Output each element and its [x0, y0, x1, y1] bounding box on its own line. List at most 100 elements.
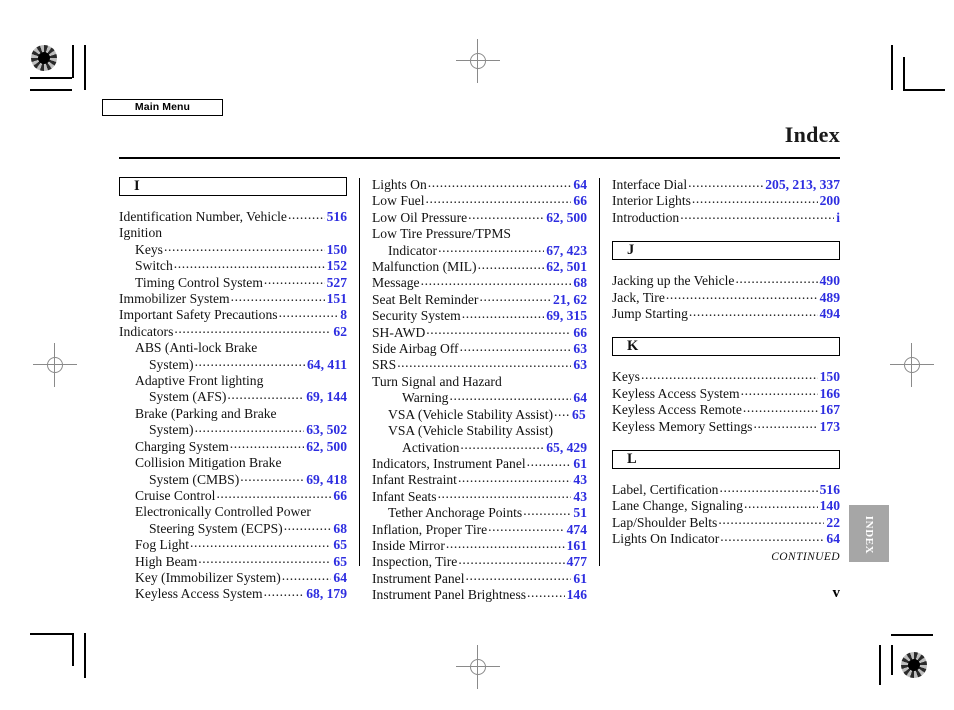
index-entry[interactable]: VSA (Vehicle Stability Assist) 65: [372, 407, 587, 423]
index-entry[interactable]: Instrument Panel Brightness 146: [372, 587, 587, 603]
index-entry-page[interactable]: 64: [825, 531, 840, 547]
index-entry-page[interactable]: 69, 418: [305, 472, 347, 488]
index-entry[interactable]: Interface Dial 205, 213, 337: [612, 177, 840, 193]
index-entry[interactable]: Instrument Panel 61: [372, 571, 587, 587]
index-entry[interactable]: Low Fuel 66: [372, 193, 587, 209]
index-entry[interactable]: Message 68: [372, 275, 587, 291]
index-entry[interactable]: Jack, Tire 489: [612, 290, 840, 306]
index-entry-page[interactable]: 65: [571, 407, 586, 423]
index-entry-page[interactable]: 61: [572, 456, 587, 472]
index-entry-page[interactable]: 489: [819, 290, 840, 306]
index-entry-page[interactable]: 68, 179: [305, 586, 347, 602]
index-entry-page[interactable]: 43: [572, 472, 587, 488]
index-entry[interactable]: SRS 63: [372, 357, 587, 373]
index-entry[interactable]: SH-AWD 66: [372, 325, 587, 341]
index-entry[interactable]: Activation 65, 429: [372, 440, 587, 456]
index-entry[interactable]: Timing Control System 527: [119, 275, 347, 291]
index-entry[interactable]: Lights On 64: [372, 177, 587, 193]
index-entry-page[interactable]: 68: [332, 521, 347, 537]
index-entry[interactable]: Immobilizer System 151: [119, 291, 347, 307]
index-entry[interactable]: Steering System (ECPS) 68: [119, 521, 347, 537]
index-entry[interactable]: Inspection, Tire 477: [372, 554, 587, 570]
index-entry[interactable]: Lane Change, Signaling 140: [612, 498, 840, 514]
index-entry-page[interactable]: 150: [819, 369, 840, 385]
index-entry[interactable]: System (CMBS) 69, 418: [119, 472, 347, 488]
index-entry[interactable]: Cruise Control 66: [119, 488, 347, 504]
index-entry-page[interactable]: 494: [819, 306, 840, 322]
index-entry-page[interactable]: 69, 144: [305, 389, 347, 405]
index-entry-page[interactable]: 152: [326, 258, 347, 274]
index-entry[interactable]: Seat Belt Reminder 21, 62: [372, 292, 587, 308]
index-entry-page[interactable]: 62, 500: [545, 210, 587, 226]
index-entry-page[interactable]: 477: [566, 554, 587, 570]
index-entry-page[interactable]: 516: [819, 482, 840, 498]
index-entry[interactable]: Keyless Access System 166: [612, 386, 840, 402]
index-entry[interactable]: Keyless Access Remote 167: [612, 402, 840, 418]
index-entry-page[interactable]: 161: [566, 538, 587, 554]
index-entry[interactable]: System) 63, 502: [119, 422, 347, 438]
index-entry-page[interactable]: 68: [572, 275, 587, 291]
index-entry[interactable]: Security System 69, 315: [372, 308, 587, 324]
index-entry[interactable]: Identification Number, Vehicle 516: [119, 209, 347, 225]
index-entry-page[interactable]: 69, 315: [545, 308, 587, 324]
index-entry-page[interactable]: i: [835, 210, 840, 226]
index-thumb-tab[interactable]: INDEX: [849, 505, 889, 562]
index-entry[interactable]: Switch 152: [119, 258, 347, 274]
index-entry-page[interactable]: 51: [572, 505, 587, 521]
index-entry[interactable]: Inflation, Proper Tire 474: [372, 522, 587, 538]
index-entry-page[interactable]: 62, 501: [545, 259, 587, 275]
index-entry-page[interactable]: 62: [332, 324, 347, 340]
index-entry[interactable]: Key (Immobilizer System) 64: [119, 570, 347, 586]
index-entry[interactable]: Infant Seats 43: [372, 489, 587, 505]
index-entry[interactable]: System (AFS) 69, 144: [119, 389, 347, 405]
index-entry-page[interactable]: 65: [332, 537, 347, 553]
index-entry[interactable]: Indicators, Instrument Panel 61: [372, 456, 587, 472]
index-entry-page[interactable]: 63: [572, 357, 587, 373]
index-entry-page[interactable]: 200: [819, 193, 840, 209]
index-entry-page[interactable]: 63: [572, 341, 587, 357]
index-entry-page[interactable]: 140: [819, 498, 840, 514]
index-entry-page[interactable]: 527: [326, 275, 347, 291]
main-menu-button[interactable]: Main Menu: [102, 99, 223, 116]
index-entry[interactable]: Side Airbag Off 63: [372, 341, 587, 357]
index-entry[interactable]: Charging System 62, 500: [119, 439, 347, 455]
index-entry-page[interactable]: 474: [566, 522, 587, 538]
index-entry[interactable]: Tether Anchorage Points 51: [372, 505, 587, 521]
index-entry[interactable]: Inside Mirror 161: [372, 538, 587, 554]
index-entry[interactable]: Keys 150: [612, 369, 840, 385]
index-entry-page[interactable]: 205, 213, 337: [764, 177, 840, 193]
index-entry-page[interactable]: 150: [326, 242, 347, 258]
index-entry[interactable]: Jump Starting 494: [612, 306, 840, 322]
index-entry[interactable]: Jacking up the Vehicle 490: [612, 273, 840, 289]
index-entry-page[interactable]: 516: [326, 209, 347, 225]
index-entry-page[interactable]: 151: [326, 291, 347, 307]
index-entry[interactable]: Keys 150: [119, 242, 347, 258]
index-entry[interactable]: Important Safety Precautions 8: [119, 307, 347, 323]
index-entry-page[interactable]: 8: [339, 307, 347, 323]
index-entry[interactable]: Infant Restraint 43: [372, 472, 587, 488]
index-entry-page[interactable]: 43: [572, 489, 587, 505]
index-entry-page[interactable]: 65: [332, 554, 347, 570]
index-entry-page[interactable]: 66: [572, 193, 587, 209]
index-entry-page[interactable]: 64: [572, 177, 587, 193]
index-entry[interactable]: Malfunction (MIL) 62, 501: [372, 259, 587, 275]
index-entry-page[interactable]: 167: [819, 402, 840, 418]
index-entry[interactable]: Fog Light 65: [119, 537, 347, 553]
index-entry[interactable]: Keyless Access System 68, 179: [119, 586, 347, 602]
index-entry-page[interactable]: 61: [572, 571, 587, 587]
index-entry[interactable]: Low Oil Pressure 62, 500: [372, 210, 587, 226]
index-entry-page[interactable]: 64, 411: [306, 357, 347, 373]
index-entry[interactable]: Label, Certification 516: [612, 482, 840, 498]
index-entry-page[interactable]: 173: [819, 419, 840, 435]
index-entry-page[interactable]: 21, 62: [552, 292, 587, 308]
index-entry[interactable]: Interior Lights 200: [612, 193, 840, 209]
index-entry[interactable]: System) 64, 411: [119, 357, 347, 373]
index-entry-page[interactable]: 63, 502: [305, 422, 347, 438]
index-entry-page[interactable]: 64: [332, 570, 347, 586]
index-entry-page[interactable]: 146: [566, 587, 587, 603]
index-entry-page[interactable]: 22: [825, 515, 840, 531]
index-entry[interactable]: Warning 64: [372, 390, 587, 406]
index-entry[interactable]: Indicators 62: [119, 324, 347, 340]
index-entry[interactable]: Introduction i: [612, 210, 840, 226]
index-entry-page[interactable]: 64: [572, 390, 587, 406]
